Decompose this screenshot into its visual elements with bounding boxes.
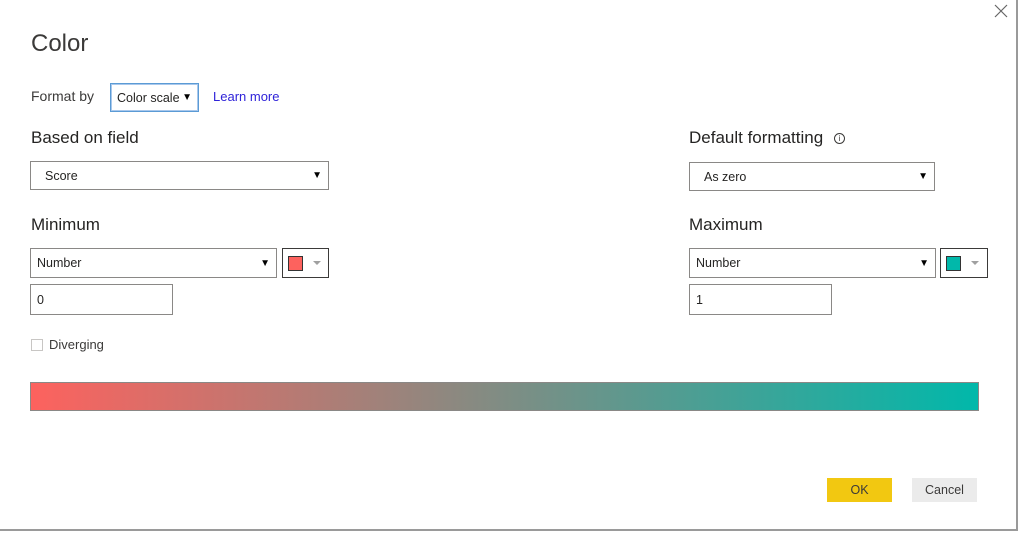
info-icon[interactable]: i xyxy=(833,133,845,144)
diverging-label: Diverging xyxy=(49,337,104,352)
chevron-down-icon: ▼ xyxy=(312,170,322,181)
chevron-down-icon: ▼ xyxy=(919,257,929,269)
dialog-title: Color xyxy=(31,30,89,57)
format-by-select[interactable]: Color scale ▼ xyxy=(110,83,199,112)
minimum-label: Minimum xyxy=(31,215,100,234)
based-on-field-label: Based on field xyxy=(31,128,139,147)
default-formatting-select[interactable]: As zero ▼ xyxy=(689,162,935,191)
close-icon[interactable] xyxy=(992,4,1010,22)
based-on-field-value: Score xyxy=(45,168,78,183)
minimum-color-swatch xyxy=(288,255,303,271)
default-formatting-text: Default formatting xyxy=(689,128,824,147)
ok-button[interactable]: OK xyxy=(827,478,892,502)
cancel-button[interactable]: Cancel xyxy=(912,478,977,502)
color-scale-preview xyxy=(30,382,979,411)
minimum-color-picker[interactable] xyxy=(282,248,329,278)
chevron-down-icon: ▼ xyxy=(260,257,270,269)
maximum-color-swatch xyxy=(946,255,961,271)
learn-more-link[interactable]: Learn more xyxy=(213,89,279,104)
chevron-down-icon: ▼ xyxy=(918,171,928,182)
maximum-color-picker[interactable] xyxy=(940,248,988,278)
caret-down-icon xyxy=(971,261,979,265)
format-by-value: Color scale xyxy=(117,90,180,105)
maximum-type-select[interactable]: Number ▼ xyxy=(689,248,936,278)
minimum-type-value: Number xyxy=(37,256,82,270)
caret-down-icon xyxy=(313,261,321,265)
color-dialog: Color Format by Color scale ▼ Learn more… xyxy=(0,0,1018,531)
default-formatting-value: As zero xyxy=(704,169,747,184)
default-formatting-label: Default formatting i xyxy=(689,128,845,148)
maximum-type-value: Number xyxy=(696,256,741,270)
maximum-label: Maximum xyxy=(689,215,763,234)
format-by-label: Format by xyxy=(31,88,95,104)
maximum-value-input[interactable]: 1 xyxy=(689,284,832,315)
based-on-field-select[interactable]: Score ▼ xyxy=(30,161,329,190)
chevron-down-icon: ▼ xyxy=(182,92,192,103)
minimum-type-select[interactable]: Number ▼ xyxy=(30,248,277,278)
minimum-value-input[interactable]: 0 xyxy=(30,284,173,315)
diverging-checkbox[interactable] xyxy=(31,339,43,351)
